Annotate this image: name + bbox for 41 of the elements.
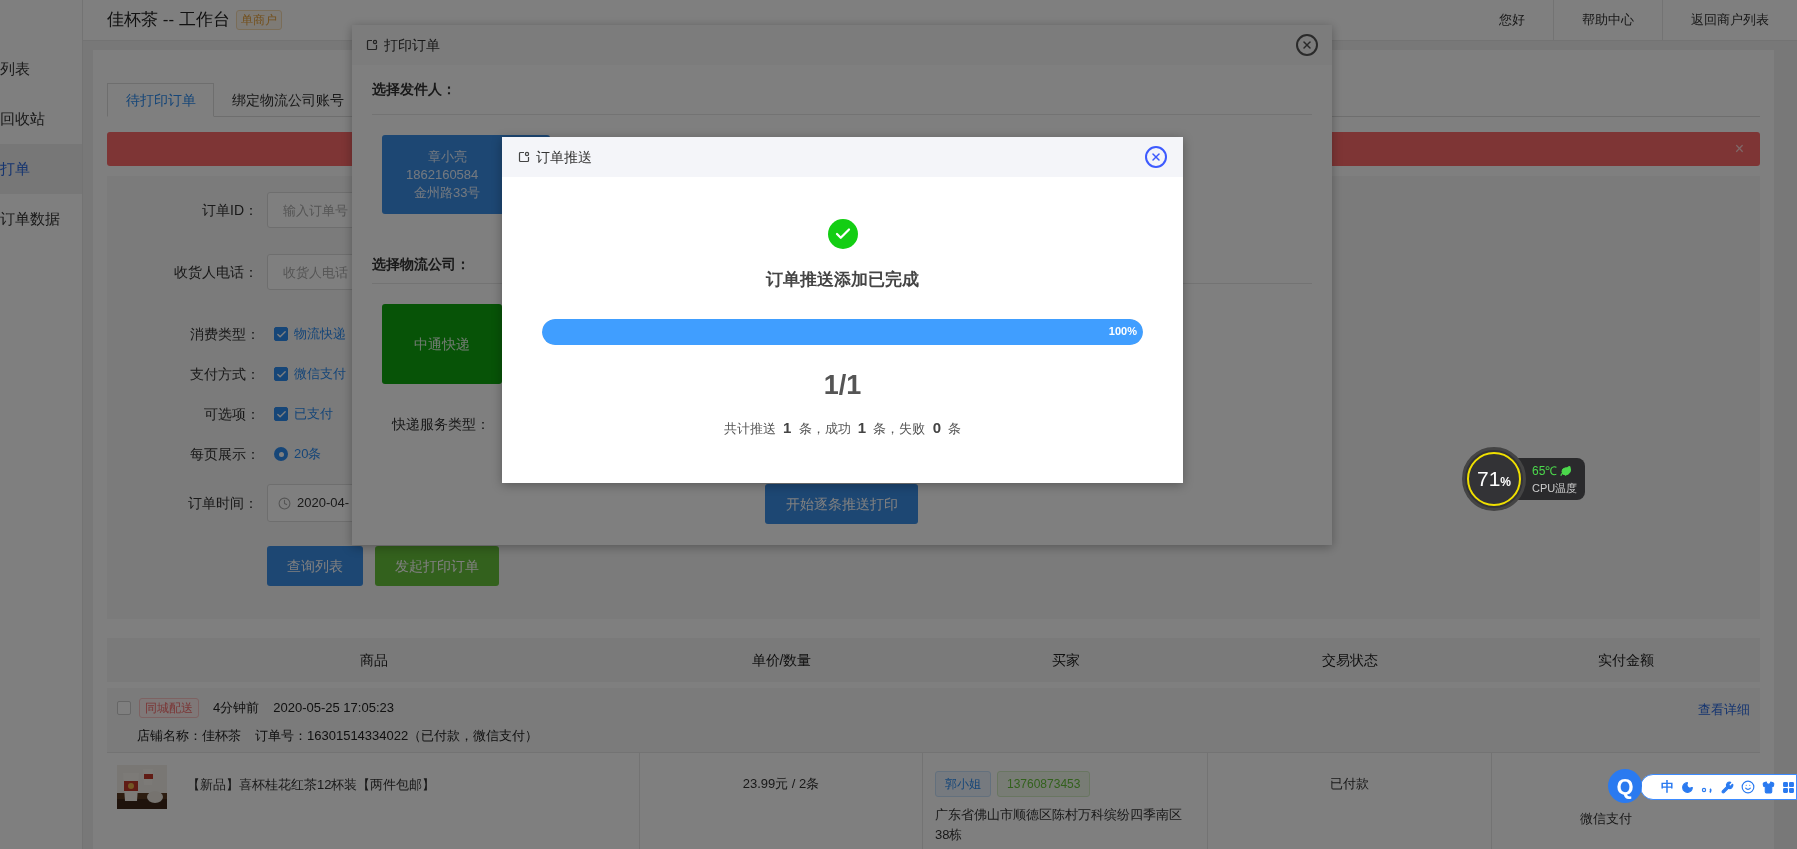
sender-phone: 1862160584 <box>406 165 479 184</box>
column-header: 买家 <box>1050 650 1081 670</box>
trade-status: 已付款 <box>1330 776 1369 791</box>
column-header: 实付金额 <box>1597 650 1655 670</box>
field-label: 可选项： <box>203 404 261 424</box>
order-age: 4分钟前 <box>213 699 260 718</box>
order-time: 2020-05-25 17:05:23 <box>273 699 394 718</box>
merchant-badge: 单商户 <box>235 10 282 30</box>
field-label: 支付方式： <box>189 364 261 384</box>
percent-sign: % <box>1500 475 1511 491</box>
section-label: 选择物流公司： <box>372 255 470 274</box>
field-label: 收货人电话： <box>173 262 259 282</box>
delivery-tag: 同城配送 <box>139 698 199 718</box>
price-quantity: 23.99元 / 2条 <box>742 776 820 791</box>
page-title: 佳杯茶 -- 工作台 <box>107 9 230 32</box>
push-summary: 共计推送 1 条，成功 1 条，失败 0 条 <box>723 418 962 438</box>
field-label: 快递服务类型： <box>392 414 490 434</box>
section-label: 选择发件人： <box>372 80 456 99</box>
buyer-tag: 郭小姐 <box>935 771 991 797</box>
field-label: 消费类型： <box>189 324 261 344</box>
order-number: 订单号：16301514334022（已付款，微信支付） <box>255 727 539 745</box>
column-header: 单价/数量 <box>750 650 813 670</box>
column-header: 商品 <box>358 650 389 670</box>
field-label: 订单ID： <box>201 200 259 220</box>
sender-name: 章小亮 <box>427 147 467 166</box>
product-name: 【新品】喜杯桂花红茶12杯装【两件包邮】 <box>187 776 436 794</box>
shop-name: 店铺名称：佳杯茶 <box>137 727 241 745</box>
status-message: 订单推送添加已完成 <box>766 269 919 291</box>
cpu-label: CPU温度 <box>1532 480 1578 496</box>
address-text: 广东省佛山市顺德区陈村万科缤纷四季南区38栋 <box>935 806 1183 844</box>
field-label: 每页展示： <box>189 444 261 464</box>
progress-label: 100% <box>1108 324 1137 340</box>
payment-method: 微信支付 <box>1580 810 1632 828</box>
column-header: 交易状态 <box>1321 650 1379 670</box>
sender-address: 金州路33号 <box>413 183 481 202</box>
cpu-temperature: 65℃ <box>1532 462 1558 480</box>
progress-count: 1/1 <box>823 368 862 402</box>
modal-title: 打印订单 <box>384 35 440 55</box>
phone-tag: 13760873453 <box>997 771 1091 797</box>
cpu-usage: 71 <box>1477 466 1501 493</box>
field-label: 订单时间： <box>187 493 259 513</box>
